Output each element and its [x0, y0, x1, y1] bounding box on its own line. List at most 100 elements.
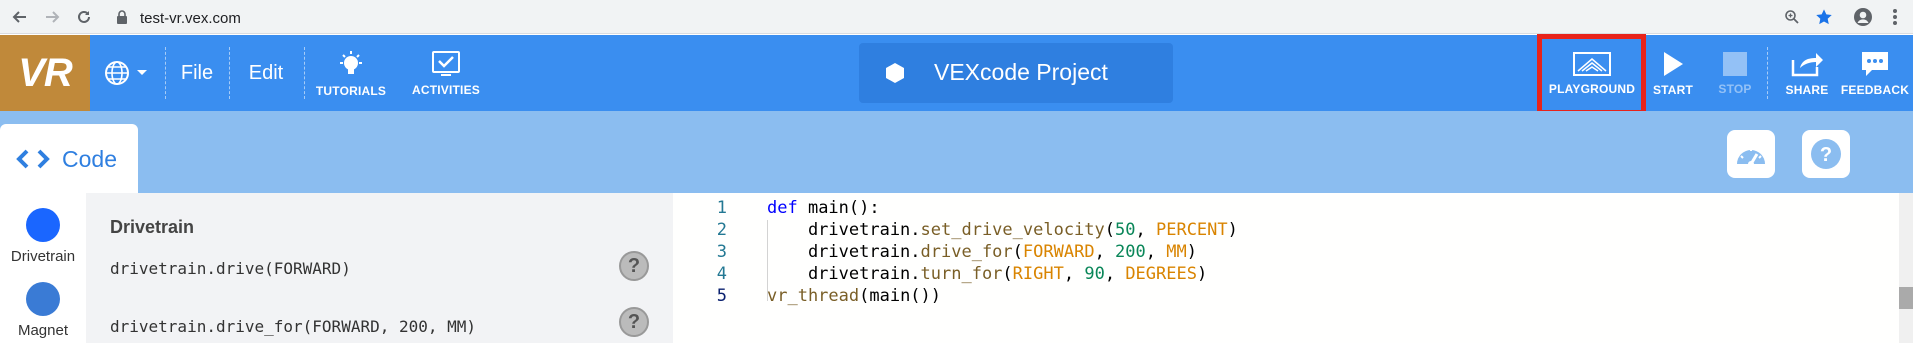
- edit-menu[interactable]: Edit: [234, 35, 298, 111]
- code-text: drivetrain.turn_for(RIGHT, 90, DEGREES): [767, 264, 1207, 284]
- code-token: drivetrain.: [767, 242, 921, 262]
- code-token: ): [1196, 264, 1208, 284]
- code-token: def: [767, 198, 798, 218]
- toolbar-divider: [165, 47, 166, 99]
- feedback-button[interactable]: FEEDBACK: [1840, 35, 1910, 111]
- stop-icon: [1723, 51, 1747, 76]
- dashboard-button[interactable]: [1727, 130, 1775, 178]
- language-menu[interactable]: [100, 35, 158, 111]
- code-token: ,: [1135, 220, 1156, 240]
- category-palette: Drivetrain Magnet: [0, 193, 86, 343]
- code-token: 50: [1115, 220, 1136, 240]
- file-menu[interactable]: File: [170, 35, 224, 111]
- feedback-label: FEEDBACK: [1840, 82, 1910, 97]
- code-token: (main()): [859, 286, 942, 306]
- start-button[interactable]: START: [1648, 35, 1698, 111]
- share-icon: [1791, 52, 1823, 76]
- profile-icon[interactable]: [1851, 5, 1875, 29]
- back-icon[interactable]: [8, 5, 32, 29]
- snippet-help-icon[interactable]: ?: [619, 307, 649, 337]
- code-token: DEGREES: [1125, 264, 1197, 284]
- code-token: ,: [1104, 264, 1126, 284]
- code-token: set_drive_velocity: [920, 220, 1105, 240]
- activities-label: ACTIVITIES: [411, 82, 480, 97]
- toolbar-divider: [1767, 47, 1768, 99]
- code-text: vr_thread(main()): [767, 286, 941, 306]
- code-token: ): [1186, 242, 1197, 262]
- code-token: (: [1012, 242, 1023, 262]
- code-token: (: [1104, 220, 1116, 240]
- svg-text:?: ?: [1820, 144, 1832, 166]
- code-brackets-icon: [16, 149, 50, 169]
- code-editor[interactable]: 1 def main(): 2 drivetrain.set_drive_veloc…: [673, 193, 1913, 343]
- category-label: Magnet: [17, 322, 69, 339]
- help-icon: ?: [1811, 139, 1841, 169]
- code-token: vr_thread: [767, 286, 860, 306]
- edit-menu-label: Edit: [248, 61, 284, 84]
- zoom-icon[interactable]: [1780, 5, 1804, 29]
- address-bar[interactable]: test-vr.vex.com: [106, 3, 1836, 31]
- tab-code[interactable]: Code: [0, 124, 138, 193]
- snippet-help-icon[interactable]: ?: [619, 251, 649, 281]
- code-token: drivetrain.: [767, 264, 921, 284]
- code-token: RIGHT: [1012, 264, 1064, 284]
- section-title: Drivetrain: [110, 217, 195, 237]
- hexagon-icon: [886, 63, 904, 83]
- code-token: drivetrain.: [767, 220, 921, 240]
- forward-icon[interactable]: [40, 5, 64, 29]
- toolbar-divider: [229, 47, 230, 99]
- code-text: drivetrain.set_drive_velocity(50, PERCEN…: [767, 220, 1238, 240]
- lightbulb-icon: [340, 50, 362, 74]
- code-token: MM: [1166, 242, 1187, 262]
- globe-icon: [105, 61, 147, 85]
- activities-icon: [432, 50, 460, 76]
- toolbar-divider: [304, 47, 305, 99]
- gauge-icon: [1737, 148, 1765, 167]
- vr-logo: VR: [0, 35, 90, 111]
- play-icon: [1664, 51, 1683, 76]
- line-number: 2: [716, 220, 727, 240]
- code-token: ): [1227, 220, 1238, 240]
- code-token: FORWARD: [1022, 242, 1095, 262]
- stop-label: STOP: [1718, 81, 1752, 96]
- code-token: drive_for: [920, 242, 1013, 262]
- code-token: turn_for: [920, 264, 1003, 284]
- line-number: 3: [716, 242, 727, 262]
- feedback-icon: [1862, 51, 1888, 76]
- magnet-category-dot: [26, 282, 60, 316]
- code-token: ,: [1145, 242, 1167, 262]
- start-label: START: [1652, 82, 1694, 97]
- editor-scrollbar[interactable]: [1899, 193, 1913, 343]
- code-token: main():: [797, 198, 880, 218]
- scrollbar-thumb[interactable]: [1899, 287, 1913, 309]
- activities-button[interactable]: ACTIVITIES: [404, 35, 488, 111]
- code-text: drivetrain.drive_for(FORWARD, 200, MM): [767, 242, 1197, 262]
- code-token: (: [1002, 264, 1013, 284]
- category-label: Drivetrain: [10, 248, 76, 265]
- tutorials-button[interactable]: TUTORIALS: [309, 35, 393, 111]
- code-token: PERCENT: [1155, 220, 1228, 240]
- help-button[interactable]: ?: [1802, 130, 1850, 178]
- bookmark-star-icon[interactable]: [1812, 5, 1836, 29]
- code-text: def main():: [767, 198, 880, 218]
- reload-icon[interactable]: [72, 5, 96, 29]
- line-number: 1: [716, 198, 727, 218]
- code-token: 90: [1084, 264, 1105, 284]
- line-number: 4: [716, 264, 727, 284]
- snippet-drive[interactable]: drivetrain.drive(FORWARD): [110, 259, 351, 278]
- project-name-box[interactable]: VEXcode Project: [859, 43, 1173, 103]
- browser-toolbar: test-vr.vex.com: [0, 0, 1913, 34]
- code-token: ,: [1063, 264, 1085, 284]
- snippet-list: Drivetrain drivetrain.drive(FORWARD) ? d…: [86, 193, 673, 343]
- project-name: VEXcode Project: [934, 59, 1108, 85]
- file-menu-label: File: [180, 61, 214, 84]
- code-token: ,: [1094, 242, 1116, 262]
- share-button[interactable]: SHARE: [1779, 35, 1835, 111]
- share-label: SHARE: [1785, 82, 1829, 97]
- code-line[interactable]: 5 vr_thread(main()): [673, 286, 1873, 313]
- more-icon[interactable]: [1883, 5, 1907, 29]
- lock-icon: [116, 10, 128, 29]
- drivetrain-category-dot: [26, 208, 60, 242]
- stop-button[interactable]: STOP: [1712, 35, 1758, 111]
- snippet-drive-for[interactable]: drivetrain.drive_for(FORWARD, 200, MM): [110, 317, 476, 336]
